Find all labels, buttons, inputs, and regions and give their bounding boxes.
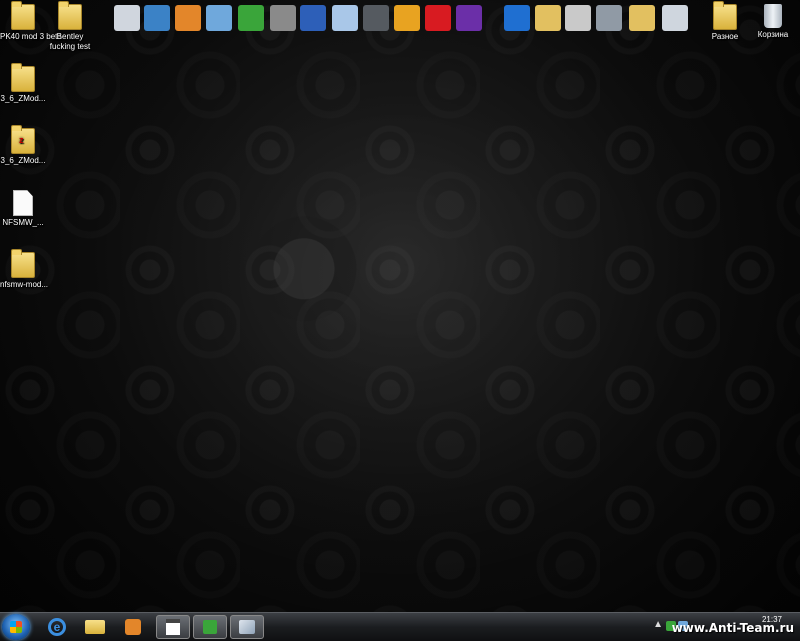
folder-icon-shape bbox=[629, 5, 655, 31]
opera-icon[interactable] bbox=[423, 3, 453, 33]
desktop-icon-recycle-bin[interactable]: Корзина bbox=[750, 4, 796, 40]
tray-overflow-arrow[interactable]: ▲ bbox=[653, 619, 663, 630]
disc-icon[interactable] bbox=[330, 3, 360, 33]
icon-label: 3_6_ZMod... bbox=[0, 156, 46, 165]
utorrent-icon[interactable] bbox=[236, 3, 266, 33]
zmod-icon-shape bbox=[456, 5, 482, 31]
media-device-icon-shape bbox=[363, 5, 389, 31]
desktop-icon-raznoe-folder[interactable]: Разное bbox=[702, 1, 748, 42]
calendar-icon bbox=[166, 619, 180, 635]
desktop-wallpaper bbox=[0, 0, 800, 612]
laptop-icon-shape bbox=[596, 5, 622, 31]
folder-icon bbox=[85, 620, 105, 634]
presentation-icon[interactable] bbox=[112, 3, 142, 33]
film-icon-shape bbox=[394, 5, 420, 31]
desktop-icon-zmod-folder[interactable]: 3_6_ZMod... bbox=[0, 63, 46, 104]
utorrent-icon bbox=[203, 620, 217, 634]
recycle-bin-icon-shape bbox=[662, 5, 688, 31]
calendar-app-button[interactable] bbox=[156, 615, 190, 639]
watermark-text: www.Anti-Team.ru bbox=[671, 621, 794, 635]
windows-logo-icon bbox=[10, 621, 22, 633]
icon-label: Корзина bbox=[757, 30, 789, 39]
icon-label: nfsmw-mod... bbox=[0, 280, 49, 289]
utorrent-app-button[interactable] bbox=[193, 615, 227, 639]
desktop-icon-nfsmw-file[interactable]: NFSMW_... bbox=[0, 190, 46, 228]
recycle-bin-icon[interactable] bbox=[660, 3, 690, 33]
folder-icon-shape bbox=[535, 5, 561, 31]
explorer-button[interactable] bbox=[78, 615, 112, 639]
recycle-bin-icon bbox=[764, 4, 782, 28]
photoshop-icon-shape bbox=[504, 5, 530, 31]
desktop-icon-nfsmw-mod-folder[interactable]: nfsmw-mod... bbox=[0, 249, 49, 290]
document-icon bbox=[13, 190, 33, 216]
folder-icon bbox=[11, 1, 35, 30]
presentation-icon-shape bbox=[114, 5, 140, 31]
desktop-icon-bentley-folder[interactable]: Bentley fucking test bbox=[47, 1, 93, 52]
floppy-save-icon-shape bbox=[300, 5, 326, 31]
folder-icon bbox=[11, 249, 35, 278]
tools-icon-shape bbox=[270, 5, 296, 31]
icon-label: 3_6_ZMod... bbox=[0, 94, 46, 103]
lens-99-icon-shape bbox=[565, 5, 591, 31]
archive-icon bbox=[11, 125, 35, 154]
floppy-save-icon[interactable] bbox=[298, 3, 328, 33]
laptop-icon[interactable] bbox=[594, 3, 624, 33]
icon-label: PK40 mod 3 beta bbox=[0, 32, 62, 41]
folder-icon[interactable] bbox=[533, 3, 563, 33]
ie-icon: e bbox=[48, 618, 66, 636]
zmod-icon[interactable] bbox=[454, 3, 484, 33]
desktop-icon-zmod-archive[interactable]: 3_6_ZMod... bbox=[0, 125, 46, 166]
folder-open-icon-shape bbox=[206, 5, 232, 31]
icon-label: NFSMW_... bbox=[2, 218, 44, 227]
network-icon-shape bbox=[144, 5, 170, 31]
folder-icon bbox=[11, 63, 35, 92]
network-icon[interactable] bbox=[142, 3, 172, 33]
lens-99-icon[interactable] bbox=[563, 3, 593, 33]
play-icon bbox=[125, 619, 141, 635]
opera-icon-shape bbox=[425, 5, 451, 31]
icon-label: Разное bbox=[711, 32, 739, 41]
media-device-icon[interactable] bbox=[361, 3, 391, 33]
tools-icon[interactable] bbox=[268, 3, 298, 33]
media-player-icon-shape bbox=[175, 5, 201, 31]
folder-open-icon[interactable] bbox=[204, 3, 234, 33]
utorrent-icon-shape bbox=[238, 5, 264, 31]
ie-button[interactable]: e bbox=[40, 615, 74, 639]
film-icon[interactable] bbox=[392, 3, 422, 33]
desktop-icon-pk40-folder[interactable]: PK40 mod 3 beta bbox=[0, 1, 62, 42]
folder-icon[interactable] bbox=[627, 3, 657, 33]
folder-icon bbox=[713, 1, 737, 30]
media-player-icon[interactable] bbox=[173, 3, 203, 33]
paint-app-button[interactable] bbox=[230, 615, 264, 639]
media-player-button[interactable] bbox=[116, 615, 150, 639]
paint-icon bbox=[239, 620, 255, 634]
icon-label: Bentley fucking test bbox=[49, 32, 91, 51]
folder-icon bbox=[58, 1, 82, 30]
photoshop-icon[interactable] bbox=[502, 3, 532, 33]
disc-icon-shape bbox=[332, 5, 358, 31]
start-button[interactable] bbox=[2, 614, 30, 640]
